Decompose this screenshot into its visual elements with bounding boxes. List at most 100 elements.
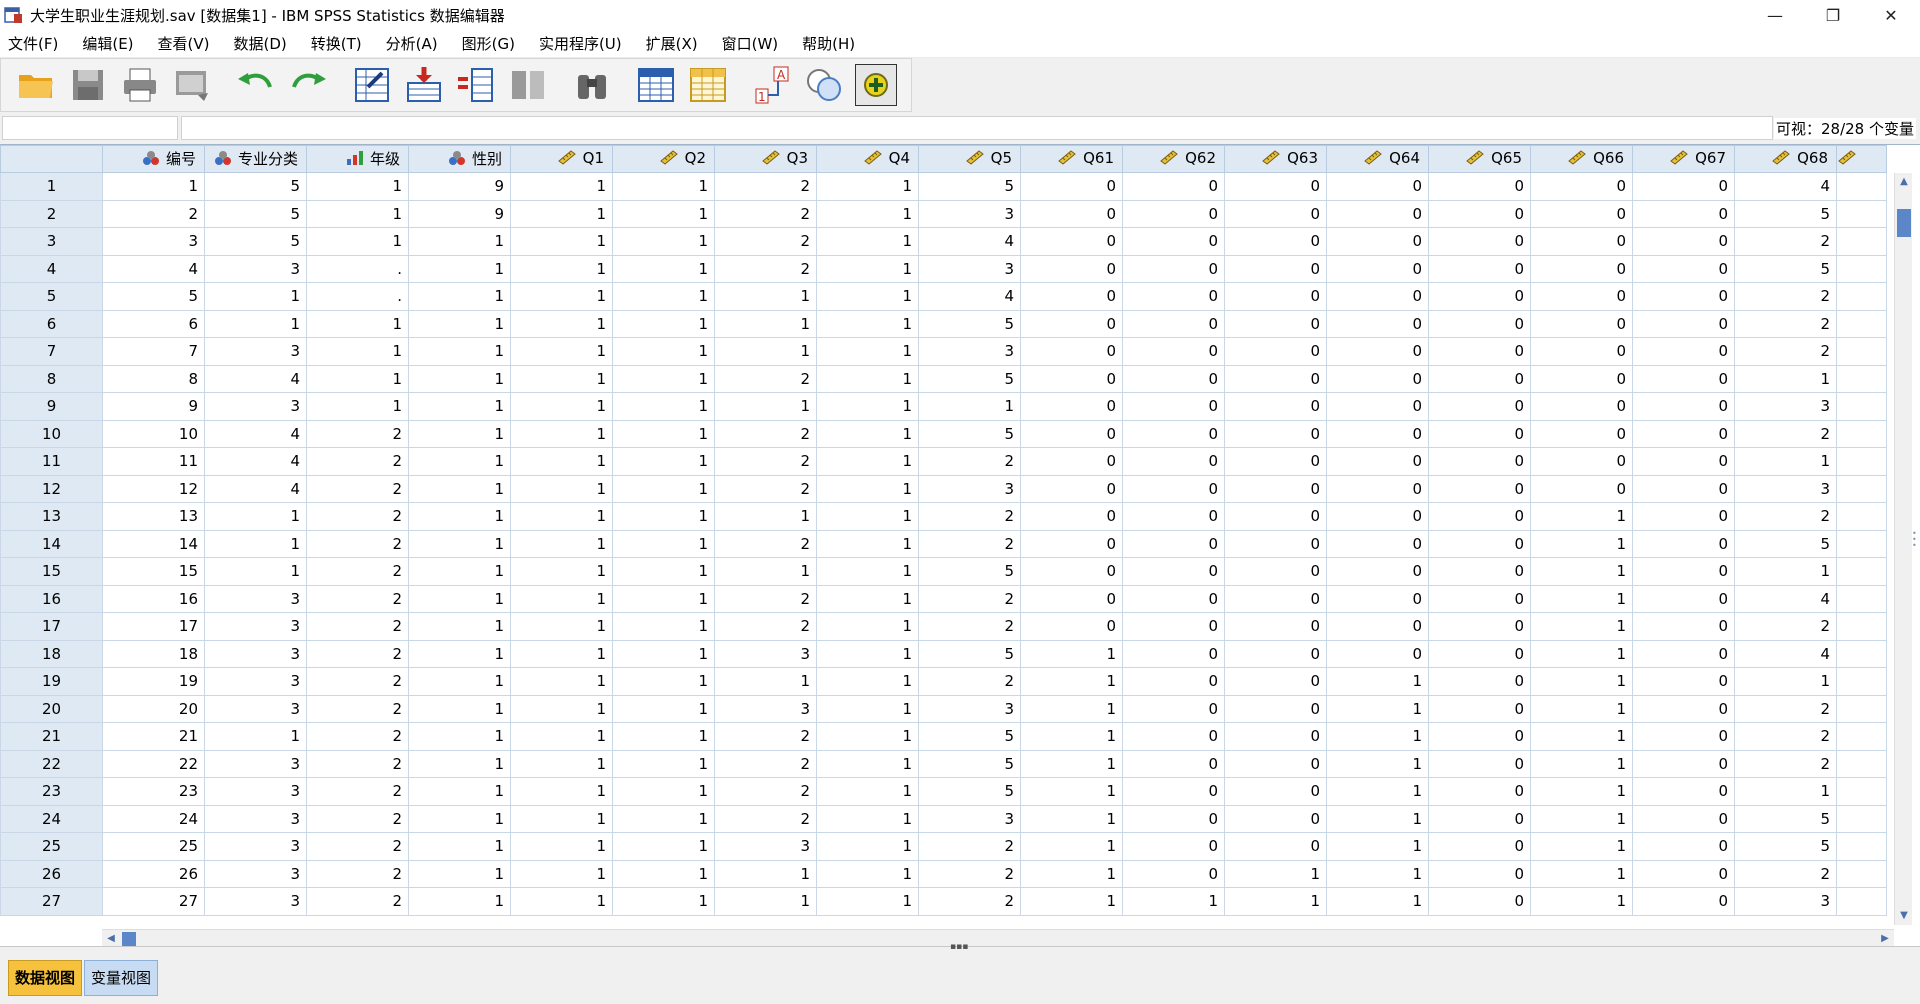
data-cell[interactable]: 0: [1020, 529, 1123, 558]
data-cell[interactable]: 1: [102, 172, 205, 201]
data-cell[interactable]: 0: [1224, 337, 1327, 366]
data-cell[interactable]: 1: [1530, 694, 1633, 723]
data-cell[interactable]: 19: [102, 667, 205, 696]
data-cell[interactable]: 0: [1632, 199, 1735, 228]
data-cell[interactable]: 5: [204, 199, 307, 228]
data-cell[interactable]: 1: [204, 529, 307, 558]
data-cell[interactable]: 0: [1632, 392, 1735, 421]
data-cell[interactable]: 1: [1530, 557, 1633, 586]
data-cell[interactable]: 4: [1734, 639, 1837, 668]
data-cell[interactable]: 1: [408, 447, 511, 476]
data-cell[interactable]: 0: [1224, 557, 1327, 586]
data-cell[interactable]: 3: [918, 199, 1021, 228]
data-cell[interactable]: 3: [918, 694, 1021, 723]
data-cell[interactable]: 0: [1224, 749, 1327, 778]
value-labels-icon[interactable]: [687, 64, 729, 106]
data-cell[interactable]: 0: [1224, 777, 1327, 806]
data-cell[interactable]: 1: [510, 337, 613, 366]
data-cell[interactable]: 2: [306, 612, 409, 641]
data-cell[interactable]: 6: [102, 309, 205, 338]
data-cell[interactable]: 0: [1224, 392, 1327, 421]
data-cell[interactable]: 1: [714, 557, 817, 586]
data-cell[interactable]: 1: [816, 584, 919, 613]
scroll-down-arrow-icon[interactable]: ▼: [1895, 907, 1913, 925]
data-cell[interactable]: 1: [306, 364, 409, 393]
data-cell[interactable]: 1: [510, 199, 613, 228]
data-cell[interactable]: 1: [612, 529, 715, 558]
data-cell[interactable]: 1: [612, 474, 715, 503]
data-cell[interactable]: 0: [1122, 309, 1225, 338]
data-cell[interactable]: 1: [408, 804, 511, 833]
data-cell[interactable]: 1: [510, 419, 613, 448]
data-cell[interactable]: 1: [816, 337, 919, 366]
data-cell[interactable]: 5: [918, 639, 1021, 668]
data-cell[interactable]: 2: [306, 749, 409, 778]
data-cell[interactable]: 0: [1632, 419, 1735, 448]
row-number[interactable]: 22: [0, 749, 103, 778]
data-cell[interactable]: 3: [204, 612, 307, 641]
data-cell[interactable]: 1: [510, 832, 613, 861]
data-cell[interactable]: 0: [1224, 584, 1327, 613]
data-cell[interactable]: [1836, 447, 1887, 476]
data-cell[interactable]: [1836, 309, 1887, 338]
data-cell[interactable]: 1: [510, 227, 613, 256]
data-cell[interactable]: 1: [510, 804, 613, 833]
print-icon[interactable]: [119, 64, 161, 106]
data-cell[interactable]: 3: [204, 639, 307, 668]
data-cell[interactable]: 3: [102, 227, 205, 256]
data-cell[interactable]: 0: [1428, 529, 1531, 558]
data-cell[interactable]: [1836, 529, 1887, 558]
data-cell[interactable]: 5: [918, 172, 1021, 201]
data-cell[interactable]: 2: [918, 584, 1021, 613]
pane-grip-icon[interactable]: ▪▪▪: [950, 942, 968, 952]
splitter-handle-icon[interactable]: • • •: [1912, 530, 1918, 561]
data-cell[interactable]: 1: [816, 474, 919, 503]
data-cell[interactable]: 1: [612, 832, 715, 861]
data-cell[interactable]: 1: [1020, 722, 1123, 751]
data-cell[interactable]: 0: [1020, 199, 1123, 228]
menu-analyze[interactable]: 分析(A): [378, 30, 446, 58]
data-cell[interactable]: 1: [510, 887, 613, 916]
data-cell[interactable]: 0: [1224, 832, 1327, 861]
data-cell[interactable]: 0: [1428, 502, 1531, 531]
data-cell[interactable]: 0: [1632, 612, 1735, 641]
menu-window[interactable]: 窗口(W): [714, 30, 787, 58]
data-cell[interactable]: 1: [510, 447, 613, 476]
data-cell[interactable]: 3: [1734, 392, 1837, 421]
data-cell[interactable]: [1836, 337, 1887, 366]
data-cell[interactable]: 1: [612, 337, 715, 366]
insert-case-icon[interactable]: [403, 64, 445, 106]
data-cell[interactable]: 0: [1020, 254, 1123, 283]
column-header[interactable]: Q65: [1428, 145, 1531, 173]
data-cell[interactable]: 2: [714, 227, 817, 256]
data-cell[interactable]: 2: [714, 777, 817, 806]
data-cell[interactable]: 2: [306, 887, 409, 916]
data-cell[interactable]: 1: [1326, 749, 1429, 778]
data-cell[interactable]: 2: [918, 832, 1021, 861]
variables-icon[interactable]: [635, 64, 677, 106]
data-cell[interactable]: 1: [816, 612, 919, 641]
data-cell[interactable]: 5: [102, 282, 205, 311]
row-number[interactable]: 4: [0, 254, 103, 283]
data-cell[interactable]: 0: [1122, 612, 1225, 641]
row-number[interactable]: 10: [0, 419, 103, 448]
data-cell[interactable]: 1: [612, 887, 715, 916]
data-cell[interactable]: 0: [1530, 254, 1633, 283]
data-cell[interactable]: 1: [816, 502, 919, 531]
data-cell[interactable]: 22: [102, 749, 205, 778]
data-cell[interactable]: 0: [1632, 804, 1735, 833]
data-cell[interactable]: 0: [1122, 749, 1225, 778]
data-cell[interactable]: 0: [1428, 309, 1531, 338]
data-cell[interactable]: 1: [1530, 529, 1633, 558]
data-cell[interactable]: 0: [1224, 199, 1327, 228]
row-number[interactable]: 14: [0, 529, 103, 558]
data-cell[interactable]: 1: [612, 199, 715, 228]
data-cell[interactable]: 0: [1122, 859, 1225, 888]
data-cell[interactable]: 0: [1326, 392, 1429, 421]
column-header[interactable]: 编号: [102, 145, 205, 173]
row-number[interactable]: 21: [0, 722, 103, 751]
data-cell[interactable]: 0: [1428, 639, 1531, 668]
data-cell[interactable]: 1: [408, 749, 511, 778]
data-cell[interactable]: 1: [408, 584, 511, 613]
menu-view[interactable]: 查看(V): [150, 30, 218, 58]
